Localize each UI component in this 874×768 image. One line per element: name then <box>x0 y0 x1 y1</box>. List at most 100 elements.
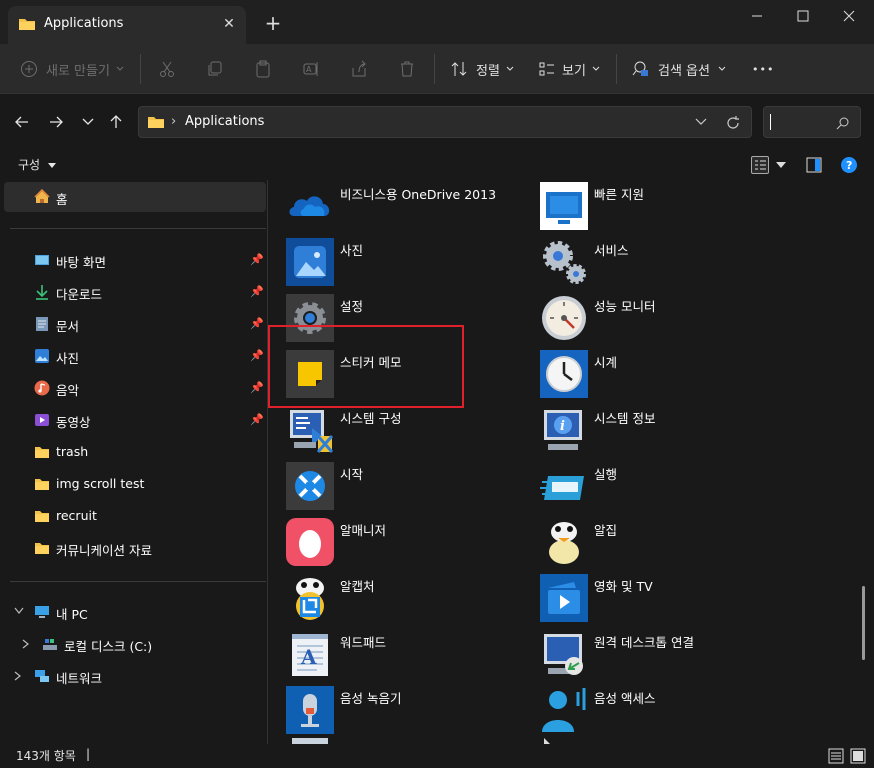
organize-button[interactable]: 구성 <box>18 156 56 173</box>
app-item-system-info[interactable]: i 시스템 정보 <box>522 406 772 462</box>
sidebar-item-img-scroll-test[interactable]: img scroll test <box>0 469 266 499</box>
sidebar-item-music[interactable]: 음악 📌 <box>0 373 266 403</box>
forward-button[interactable] <box>44 110 68 134</box>
recent-locations-button[interactable] <box>76 110 100 134</box>
app-item-wordpad[interactable]: A 워드패드 <box>268 630 518 686</box>
preview-pane-icon[interactable] <box>806 157 822 173</box>
app-item-partial[interactable] <box>268 736 518 744</box>
paste-button[interactable] <box>254 56 272 82</box>
chevron-down-icon <box>718 66 726 71</box>
app-item-start[interactable]: 시작 <box>268 462 518 518</box>
pin-icon[interactable]: 📌 <box>250 285 264 298</box>
app-item-system-config[interactable]: 시스템 구성 <box>268 406 518 462</box>
sidebar-item-pictures[interactable]: 사진 📌 <box>0 341 266 371</box>
large-icons-view-icon[interactable] <box>850 748 866 764</box>
pin-icon[interactable]: 📌 <box>250 413 264 426</box>
maximize-button[interactable] <box>780 2 826 30</box>
app-item-partial[interactable] <box>522 736 772 744</box>
new-button[interactable]: 새로 만들기 <box>20 56 124 82</box>
refresh-icon[interactable] <box>725 115 741 131</box>
arrow-right-icon <box>50 116 63 128</box>
chevron-down-icon[interactable] <box>14 607 24 615</box>
help-icon[interactable]: ? <box>841 157 857 173</box>
app-item-alzip[interactable]: 알집 <box>522 518 772 574</box>
highlight-box <box>268 325 464 408</box>
pin-icon[interactable]: 📌 <box>250 349 264 362</box>
run-icon <box>540 476 584 500</box>
network-icon <box>35 670 49 682</box>
rename-button[interactable]: A <box>302 56 320 82</box>
app-item-services[interactable]: 서비스 <box>522 238 772 294</box>
breadcrumb-separator: › <box>171 114 177 129</box>
copy-button[interactable] <box>206 56 224 82</box>
search-input[interactable] <box>763 106 861 138</box>
close-window-button[interactable] <box>826 2 872 30</box>
sidebar-item-home[interactable]: 홈 <box>4 182 266 212</box>
sidebar-item-documents[interactable]: 문서 📌 <box>0 309 266 339</box>
sidebar-item-downloads[interactable]: 다운로드 📌 <box>0 277 266 307</box>
svg-text:?: ? <box>846 159 852 172</box>
app-label: 원격 데스크톱 연결 <box>594 635 694 650</box>
close-tab-icon[interactable]: ✕ <box>220 15 238 33</box>
pin-icon[interactable]: 📌 <box>250 381 264 394</box>
rename-icon: A <box>303 62 318 76</box>
sidebar-item-trash[interactable]: trash <box>0 437 266 467</box>
app-item-remote-desktop[interactable]: 원격 데스크톱 연결 <box>522 630 772 686</box>
chevron-down-icon[interactable] <box>695 118 707 126</box>
breadcrumb-applications[interactable]: Applications <box>185 114 264 129</box>
sidebar-item-network[interactable]: 네트워크 <box>0 661 266 691</box>
app-label: 시계 <box>594 355 618 370</box>
app-item-performance-monitor[interactable]: 성능 모니터 <box>522 294 772 350</box>
app-item-alcapture[interactable]: 알캡처 <box>268 574 518 630</box>
app-item-quick-assist[interactable]: 빠른 지원 <box>522 182 772 238</box>
search-options-button[interactable]: 검색 옵션 <box>632 56 726 82</box>
app-item-movies-tv[interactable]: 영화 및 TV <box>522 574 772 630</box>
address-bar[interactable]: › Applications <box>138 106 752 138</box>
view-button[interactable]: 보기 <box>538 56 600 82</box>
app-item-onedrive[interactable]: 비즈니스용 OneDrive 2013 <box>268 182 518 238</box>
app-item-voice-recorder[interactable]: 음성 녹음기 <box>268 686 518 742</box>
drive-icon <box>43 639 57 650</box>
app-item-clock[interactable]: 시계 <box>522 350 772 406</box>
services-gears-icon <box>543 241 586 284</box>
sidebar-item-local-disk[interactable]: 로컬 디스크 (C:) <box>0 629 266 659</box>
share-button[interactable] <box>350 56 368 82</box>
caret-down-icon[interactable] <box>776 162 786 168</box>
app-item-photos[interactable]: 사진 <box>268 238 518 294</box>
organize-label: 구성 <box>18 158 41 172</box>
text-cursor <box>770 114 771 130</box>
details-view-icon[interactable] <box>828 748 844 764</box>
chevron-right-icon[interactable] <box>22 639 30 649</box>
desktop-icon <box>35 255 49 265</box>
chevron-right-icon[interactable] <box>14 671 22 681</box>
app-item-almanager[interactable]: 알매니저 <box>268 518 518 574</box>
app-item-run[interactable]: 실행 <box>522 462 772 518</box>
voice-access-icon <box>542 688 586 732</box>
sidebar-item-desktop[interactable]: 바탕 화면 📌 <box>0 245 266 275</box>
pin-icon[interactable]: 📌 <box>250 317 264 330</box>
up-button[interactable] <box>104 110 128 134</box>
vertical-scrollbar[interactable] <box>862 586 865 660</box>
new-tab-button[interactable]: + <box>262 12 284 34</box>
cut-button[interactable] <box>158 56 176 82</box>
app-label: 시스템 정보 <box>594 411 656 426</box>
folder-icon <box>19 19 35 30</box>
back-button[interactable] <box>10 110 34 134</box>
sidebar-item-communication-materials[interactable]: 커뮤니케이션 자료 <box>0 533 266 563</box>
pin-icon[interactable]: 📌 <box>250 253 264 266</box>
sidebar-item-this-pc[interactable]: 내 PC <box>0 597 266 627</box>
chevron-down-icon <box>82 118 94 125</box>
sidebar-item-videos[interactable]: 동영상 📌 <box>0 405 266 435</box>
music-icon <box>34 380 50 396</box>
more-options-button[interactable]: ••• <box>752 56 774 82</box>
sidebar-item-recruit[interactable]: recruit <box>0 501 266 531</box>
layout-view-button[interactable] <box>751 156 769 174</box>
system-info-icon: i <box>544 410 582 450</box>
tab-applications[interactable]: Applications ✕ <box>8 6 246 44</box>
sort-button[interactable]: 정렬 <box>450 56 514 82</box>
app-label: 설정 <box>340 299 364 314</box>
minimize-button[interactable] <box>734 2 780 30</box>
cut-icon <box>160 61 174 77</box>
app-item-voice-access[interactable]: 음성 액세스 <box>522 686 772 742</box>
delete-button[interactable] <box>398 56 416 82</box>
